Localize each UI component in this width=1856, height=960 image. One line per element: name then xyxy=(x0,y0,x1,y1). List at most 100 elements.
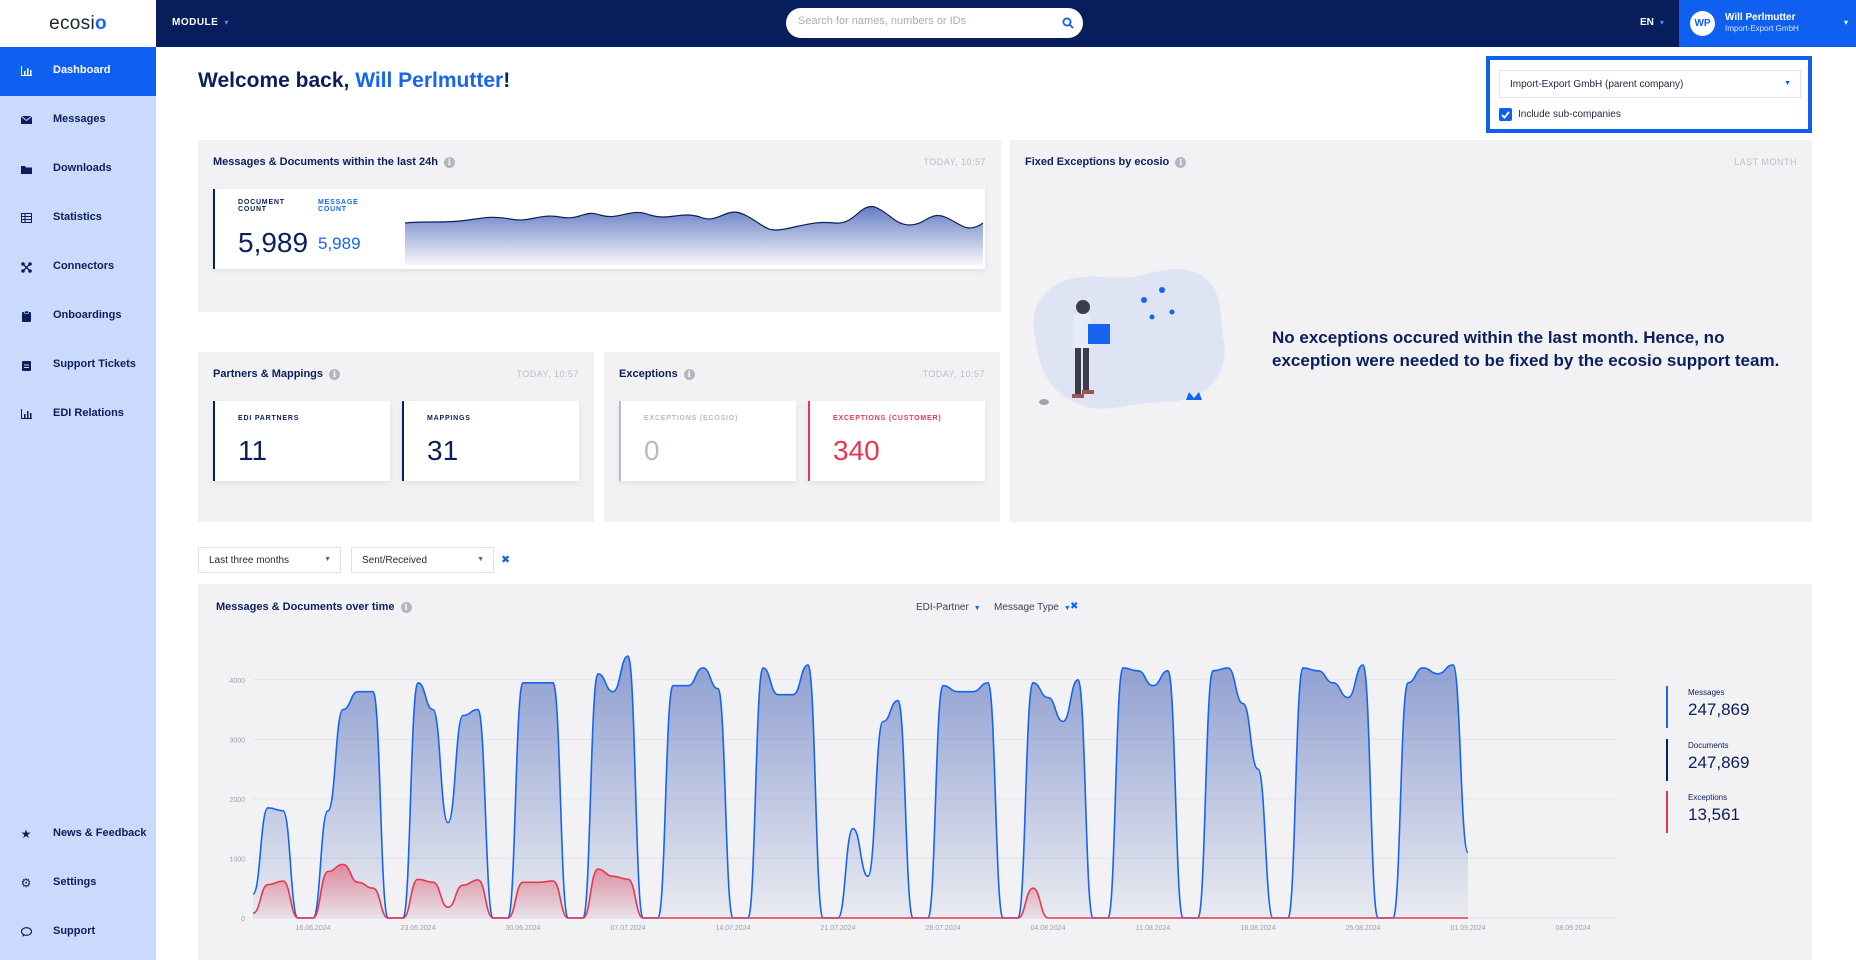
chevron-down-icon: ▾ xyxy=(1659,18,1664,27)
last24-card: DOCUMENT COUNT 5,989 MESSAGE COUNT 5,989 xyxy=(213,189,985,269)
language-selector[interactable]: EN ▾ xyxy=(1640,17,1664,28)
bar-chart-icon xyxy=(19,64,33,78)
sidebar-item-onboardings[interactable]: Onboardings xyxy=(0,292,156,341)
edi-partner-filter[interactable]: EDI-Partner ▼ xyxy=(916,602,981,613)
card-accent xyxy=(402,401,404,481)
sidebar-item-downloads[interactable]: Downloads xyxy=(0,145,156,194)
x-tick-label: 30.06.2024 xyxy=(505,925,540,932)
logo-area[interactable]: ecosio xyxy=(0,0,156,47)
bar-chart-icon xyxy=(19,407,33,421)
sidebar-item-label: Support xyxy=(53,925,96,937)
last24-panel: Messages & Documents within the last 24h… xyxy=(198,140,1001,312)
chevron-down-icon: ▾ xyxy=(224,18,229,27)
ecosio-logo: ecosio xyxy=(49,12,107,34)
exceptions-ecosio-value: 0 xyxy=(644,435,660,466)
sidebar-item-messages[interactable]: Messages xyxy=(0,96,156,145)
legend-value: 247,869 xyxy=(1688,753,1750,772)
x-tick-label: 21.07.2024 xyxy=(820,925,855,932)
user-menu[interactable]: WP Will Perlmutter Import-Export GmbH ▾ xyxy=(1679,0,1856,47)
exceptions-title: Exceptions i xyxy=(619,368,695,380)
search-box[interactable] xyxy=(786,8,1083,38)
message-type-filter-label: Message Type xyxy=(994,602,1059,613)
empty-state-illustration xyxy=(1033,269,1225,409)
sidebar-item-label: Statistics xyxy=(53,211,102,223)
sidebar-item-dashboard[interactable]: Dashboard xyxy=(0,47,156,96)
partners-title: Partners & Mappings i xyxy=(213,368,341,380)
fixed-title: Fixed Exceptions by ecosio i xyxy=(1025,156,1187,168)
sidebar-item-settings[interactable]: ⚙ Settings xyxy=(0,859,156,908)
sidebar: Dashboard Messages Downloads Statistics … xyxy=(0,47,156,960)
info-icon[interactable]: i xyxy=(443,156,455,168)
legend-swatch xyxy=(1666,791,1668,833)
clear-chart-filters-icon[interactable]: ✖ xyxy=(1070,601,1078,612)
mappings-value: 31 xyxy=(427,435,459,466)
sidebar-item-label: EDI Relations xyxy=(53,407,124,419)
info-icon[interactable]: i xyxy=(329,368,341,380)
company-select[interactable]: Import-Export GmbH (parent company) ▼ xyxy=(1499,70,1801,98)
clear-filters-icon[interactable]: ✖ xyxy=(501,553,510,566)
exceptions-panel: Exceptions i TODAY, 10:57 EXCEPTIONS (ECO… xyxy=(604,352,1000,522)
x-tick-label: 04.08.2024 xyxy=(1030,925,1065,932)
search-icon[interactable] xyxy=(1062,16,1074,34)
user-company: Import-Export GmbH xyxy=(1725,24,1799,33)
sidebar-item-edi-relations[interactable]: EDI Relations xyxy=(0,390,156,439)
last24-time: TODAY, 10:57 xyxy=(923,157,986,167)
module-menu[interactable]: MODULE ▾ xyxy=(172,17,229,28)
sidebar-item-label: Onboardings xyxy=(53,309,122,321)
exceptions-ecosio-label: EXCEPTIONS (ECOSIO) xyxy=(644,415,739,422)
sidebar-item-support-tickets[interactable]: Support Tickets xyxy=(0,341,156,390)
overtime-title: Messages & Documents over time i xyxy=(216,601,412,613)
messages-over-time-chart: 0 1000 2000 3000 4000 16.06.2024 23.06.2024 30.… xyxy=(229,655,1618,932)
avatar: WP xyxy=(1690,11,1715,36)
legend-swatch xyxy=(1666,686,1668,728)
table-icon xyxy=(19,211,33,225)
legend-label: Exceptions xyxy=(1688,793,1728,802)
mappings-card[interactable]: MAPPINGS 31 xyxy=(402,401,579,481)
series-area-messages xyxy=(253,656,1468,918)
exceptions-customer-value: 340 xyxy=(833,435,880,466)
y-tick-label: 4000 xyxy=(229,678,245,685)
message-type-filter[interactable]: Message Type ▼ xyxy=(994,602,1071,613)
sidebar-item-support[interactable]: Support xyxy=(0,908,156,957)
fixed-time: LAST MONTH xyxy=(1734,157,1797,167)
search-input[interactable] xyxy=(798,15,1048,27)
x-tick-label: 08.09.2024 xyxy=(1555,925,1590,932)
info-icon[interactable]: i xyxy=(1175,156,1187,168)
exceptions-title-text: Exceptions xyxy=(619,368,678,380)
fixed-title-text: Fixed Exceptions by ecosio xyxy=(1025,156,1170,168)
info-icon[interactable]: i xyxy=(683,368,695,380)
sidebar-item-news-feedback[interactable]: ★ News & Feedback xyxy=(0,810,156,859)
partners-time: TODAY, 10:57 xyxy=(516,369,579,379)
partners-panel: Partners & Mappings i TODAY, 10:57 EDI PA… xyxy=(198,352,594,522)
x-tick-label: 07.07.2024 xyxy=(610,925,645,932)
sidebar-item-label: News & Feedback xyxy=(53,827,147,839)
period-select[interactable]: Last three months ▼ xyxy=(198,547,341,573)
x-tick-label: 16.06.2024 xyxy=(295,925,330,932)
legend-value: 13,561 xyxy=(1688,805,1740,824)
exceptions-customer-card[interactable]: EXCEPTIONS (CUSTOMER) 340 xyxy=(808,401,985,481)
y-tick-label: 2000 xyxy=(229,797,245,804)
gear-icon: ⚙ xyxy=(20,876,32,890)
sidebar-item-connectors[interactable]: Connectors xyxy=(0,243,156,292)
legend-value: 247,869 xyxy=(1688,700,1750,719)
edi-partners-card[interactable]: EDI PARTNERS 11 xyxy=(213,401,390,481)
include-sub-companies[interactable]: Include sub-companies xyxy=(1499,108,1621,121)
legend-swatch xyxy=(1666,739,1668,781)
partners-title-text: Partners & Mappings xyxy=(213,368,324,380)
card-accent xyxy=(213,401,215,481)
chevron-down-icon: ▼ xyxy=(477,556,484,563)
module-label: MODULE xyxy=(172,17,219,28)
chevron-down-icon: ▼ xyxy=(973,605,981,612)
info-icon[interactable]: i xyxy=(400,601,412,613)
fixed-exceptions-panel: Fixed Exceptions by ecosio i LAST MONTH N… xyxy=(1010,140,1812,522)
chevron-down-icon: ▼ xyxy=(1784,80,1791,87)
sidebar-item-label: Messages xyxy=(53,113,106,125)
sidebar-item-statistics[interactable]: Statistics xyxy=(0,194,156,243)
x-tick-label: 28.07.2024 xyxy=(925,925,960,932)
fixed-exceptions-message: No exceptions occured within the last mo… xyxy=(1272,328,1780,370)
exceptions-ecosio-card[interactable]: EXCEPTIONS (ECOSIO) 0 xyxy=(619,401,796,481)
document-count-value: 5,989 xyxy=(238,227,309,258)
include-sub-companies-checkbox[interactable] xyxy=(1499,108,1512,121)
direction-select[interactable]: Sent/Received ▼ xyxy=(351,547,494,573)
message-count-label: MESSAGE COUNT xyxy=(318,199,359,213)
